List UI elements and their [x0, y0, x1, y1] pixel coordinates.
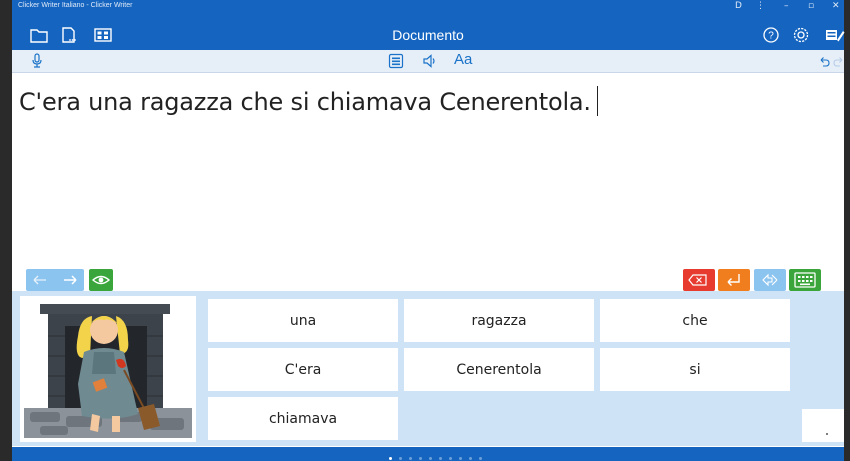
page-dot[interactable] [439, 457, 442, 460]
word-cell[interactable]: chiamava [208, 397, 398, 440]
swap-icon [762, 273, 778, 287]
writer-mode-icon[interactable] [825, 26, 845, 44]
microphone-icon[interactable] [30, 53, 44, 69]
swap-grid-button[interactable] [754, 269, 786, 291]
title-bar: Clicker Writer Italiano - Clicker Writer… [12, 0, 845, 50]
list-icon[interactable] [388, 53, 404, 69]
document-text[interactable]: C'era una ragazza che si chiamava Cenere… [19, 86, 598, 116]
page-dot[interactable] [459, 457, 462, 460]
delete-button[interactable] [683, 269, 715, 291]
page-dot[interactable] [409, 457, 412, 460]
svg-text:?: ? [768, 31, 774, 42]
word-cell[interactable]: che [600, 299, 790, 342]
more-options-icon[interactable]: ⋮ [756, 1, 765, 11]
page-bar [12, 447, 844, 461]
document-area[interactable]: C'era una ragazza che si chiamava Cenere… [12, 73, 844, 291]
backspace-icon [688, 274, 707, 286]
maximize-button[interactable]: ▫ [808, 1, 814, 11]
keyboard-icon [794, 272, 816, 288]
app-window: Clicker Writer Italiano - Clicker Writer… [0, 0, 850, 461]
keyboard-button[interactable] [789, 269, 821, 291]
return-icon [727, 274, 740, 286]
preview-button[interactable] [89, 269, 113, 291]
return-button[interactable] [718, 269, 750, 291]
page-dot[interactable] [449, 457, 452, 460]
tablet-mode-icon[interactable]: D [735, 1, 742, 11]
word-cell[interactable]: si [600, 348, 790, 391]
redo-icon[interactable] [833, 54, 845, 68]
settings-icon[interactable] [791, 26, 811, 44]
help-icon[interactable]: ? [761, 26, 781, 44]
arrows-icon [33, 275, 77, 285]
undo-icon[interactable] [818, 54, 830, 68]
word-navigation-button[interactable] [26, 269, 84, 291]
word-cell[interactable]: C'era [208, 348, 398, 391]
document-toolbar: Aa [12, 50, 844, 73]
cinderella-illustration [24, 304, 192, 438]
punctuation-cell[interactable] [802, 409, 844, 442]
word-cell[interactable]: Cenerentola [404, 348, 594, 391]
word-cell[interactable]: una [208, 299, 398, 342]
full-stop-icon [826, 433, 828, 435]
eye-icon [91, 275, 111, 285]
document-title: Documento [392, 27, 464, 43]
minimize-button[interactable]: – [784, 1, 789, 11]
word-cell[interactable]: ragazza [404, 299, 594, 342]
speaker-icon[interactable] [422, 53, 438, 69]
text-cursor [596, 86, 598, 116]
window-border-left [0, 0, 12, 461]
page-dot[interactable] [429, 457, 432, 460]
window-border-right [844, 0, 850, 461]
page-dot[interactable] [469, 457, 472, 460]
page-dot[interactable] [419, 457, 422, 460]
font-settings-button[interactable]: Aa [454, 51, 472, 68]
page-dot[interactable] [389, 457, 392, 460]
page-dot[interactable] [399, 457, 402, 460]
grid-picture-cell[interactable] [20, 296, 196, 442]
window-title: Clicker Writer Italiano - Clicker Writer [18, 2, 133, 9]
close-button[interactable]: ✕ [832, 1, 840, 11]
page-dot[interactable] [479, 457, 482, 460]
